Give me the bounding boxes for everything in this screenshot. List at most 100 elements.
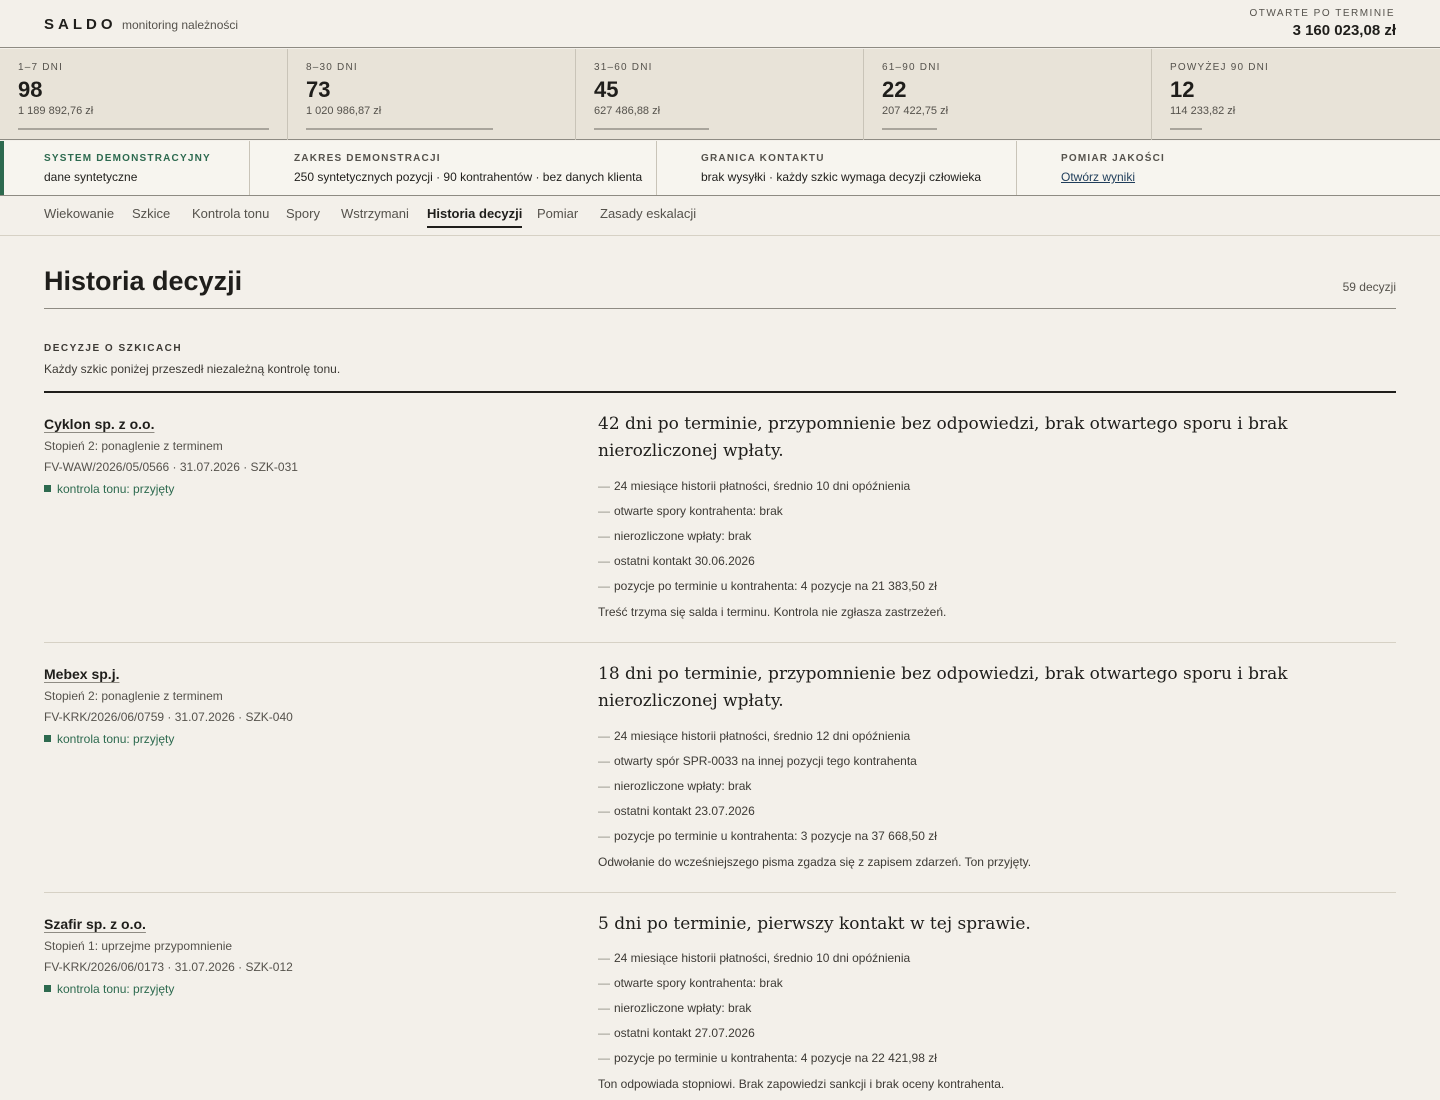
fact-item: — nierozliczone wpłaty: brak: [598, 524, 937, 549]
invoice-reference: FV-WAW/2026/05/0566 · 31.07.2026 · SZK-0…: [44, 460, 298, 474]
bucket-count: 12: [1170, 77, 1195, 102]
bucket-amount: 114 233,82 zł: [1170, 105, 1236, 117]
scope-label: ZAKRES DEMONSTRACJI: [294, 153, 441, 164]
nav-escalation-rules[interactable]: Zasady eskalacji: [600, 206, 696, 221]
bucket-label: 61–90 DNI: [882, 62, 941, 73]
dash-icon: —: [598, 479, 610, 493]
client-name-link[interactable]: Mebex sp.j.: [44, 666, 119, 682]
decision-row: Cyklon sp. z o.o. Stopień 2: ponaglenie …: [44, 393, 1396, 643]
nav-aging[interactable]: Wiekowanie: [44, 206, 114, 221]
fact-text: otwarte spory kontrahenta: brak: [614, 504, 783, 518]
fact-text: 24 miesiące historii płatności, średnio …: [614, 951, 911, 965]
open-results-link[interactable]: Otwórz wyniki: [1061, 170, 1135, 184]
dash-icon: —: [598, 804, 610, 818]
info-divider: [249, 141, 250, 195]
tone-check-text: kontrola tonu: przyjęty: [57, 482, 175, 496]
dash-icon: —: [598, 504, 610, 518]
info-divider: [1016, 141, 1017, 195]
nav-drafts[interactable]: Szkice: [132, 206, 170, 221]
aging-buckets: 1–7 DNI 98 1 189 892,76 zł 8–30 DNI 73 1…: [0, 49, 1440, 140]
main-nav: Wiekowanie Szkice Kontrola tonu Spory Ws…: [0, 196, 1440, 236]
fact-text: 24 miesiące historii płatności, średnio …: [614, 729, 911, 743]
quality-value: Otwórz wyniki: [1061, 170, 1135, 184]
invoice-reference: FV-KRK/2026/06/0173 · 31.07.2026 · SZK-0…: [44, 960, 293, 974]
fact-text: pozycje po terminie u kontrahenta: 4 poz…: [614, 579, 937, 593]
info-divider: [656, 141, 657, 195]
decision-count: 59 decyzji: [1342, 280, 1396, 294]
dash-icon: —: [598, 529, 610, 543]
tone-check-status: kontrola tonu: przyjęty: [44, 732, 174, 746]
dash-icon: —: [598, 1051, 610, 1065]
fact-item: — nierozliczone wpłaty: brak: [598, 996, 937, 1021]
bucket-31-60[interactable]: 31–60 DNI 45 627 486,88 zł: [576, 49, 864, 140]
contact-boundary-value: brak wysyłki · każdy szkic wymaga decyzj…: [701, 170, 982, 184]
escalation-stage: Stopień 1: uprzejme przypomnienie: [44, 939, 233, 953]
decision-row: Mebex sp.j. Stopień 2: ponaglenie z term…: [44, 643, 1396, 893]
fact-item: — pozycje po terminie u kontrahenta: 4 po…: [598, 1046, 937, 1071]
dash-icon: —: [598, 779, 610, 793]
nav-decision-history[interactable]: Historia decyzji: [427, 206, 523, 228]
title-divider: [44, 308, 1396, 309]
nav-measurement[interactable]: Pomiar: [537, 206, 578, 221]
system-label: SYSTEM DEMONSTRACYJNY: [44, 153, 211, 164]
overdue-total-label: OTWARTE PO TERMINIE: [1249, 8, 1395, 19]
decision-summary: 18 dni po terminie, przypomnienie bez od…: [598, 664, 1288, 711]
dash-icon: —: [598, 729, 610, 743]
client-name-link[interactable]: Cyklon sp. z o.o.: [44, 416, 154, 432]
decision-verdict: Ton odpowiada stopniowi. Brak zapowiedzi…: [598, 1077, 1005, 1091]
info-accent-bar: [0, 141, 4, 195]
section-description: Każdy szkic poniżej przeszedł niezależną…: [44, 362, 341, 376]
fact-text: ostatni kontakt 23.07.2026: [614, 804, 755, 818]
decision-facts: — 24 miesiące historii płatności, średnio…: [598, 724, 937, 849]
bucket-bar: [882, 128, 937, 130]
fact-item: — ostatni kontakt 23.07.2026: [598, 799, 937, 824]
fact-item: — 24 miesiące historii płatności, średnio…: [598, 474, 937, 499]
fact-text: 24 miesiące historii płatności, średnio …: [614, 479, 911, 493]
scope-value: 250 syntetycznych pozycji · 90 kontrahen…: [294, 170, 643, 184]
dash-icon: —: [598, 754, 610, 768]
tone-check-status: kontrola tonu: przyjęty: [44, 482, 174, 496]
dash-icon: —: [598, 1026, 610, 1040]
decision-verdict: Treść trzyma się salda i terminu. Kontro…: [598, 605, 947, 619]
nav-tone-check[interactable]: Kontrola tonu: [192, 206, 269, 221]
bucket-count: 45: [594, 77, 619, 102]
bucket-count: 22: [882, 77, 907, 102]
nav-on-hold[interactable]: Wstrzymani: [341, 206, 409, 221]
dash-icon: —: [598, 976, 610, 990]
bucket-bar: [18, 128, 269, 130]
fact-text: pozycje po terminie u kontrahenta: 3 poz…: [614, 829, 937, 843]
app-brand: SALDO: [44, 16, 117, 33]
decision-summary: 5 dni po terminie, pierwszy kontakt w te…: [598, 914, 1031, 934]
decision-row: Szafir sp. z o.o. Stopień 1: uprzejme pr…: [44, 893, 1396, 1100]
bucket-1-7[interactable]: 1–7 DNI 98 1 189 892,76 zł: [0, 49, 288, 140]
decision-facts: — 24 miesiące historii płatności, średnio…: [598, 474, 937, 599]
tone-check-status: kontrola tonu: przyjęty: [44, 982, 174, 996]
tone-check-text: kontrola tonu: przyjęty: [57, 732, 175, 746]
bucket-61-90[interactable]: 61–90 DNI 22 207 422,75 zł: [864, 49, 1152, 140]
fact-item: — otwarte spory kontrahenta: brak: [598, 971, 937, 996]
escalation-stage: Stopień 2: ponaglenie z terminem: [44, 689, 223, 703]
bucket-amount: 627 486,88 zł: [594, 105, 661, 117]
bucket-label: POWYŻEJ 90 DNI: [1170, 62, 1270, 73]
bucket-count: 73: [306, 77, 331, 102]
nav-disputes[interactable]: Spory: [286, 206, 320, 221]
page-title: Historia decyzji: [44, 266, 243, 296]
fact-text: nierozliczone wpłaty: brak: [614, 1001, 752, 1015]
bucket-bar: [306, 128, 493, 130]
status-square-icon: [44, 985, 51, 992]
bucket-label: 1–7 DNI: [18, 62, 64, 73]
tone-check-text: kontrola tonu: przyjęty: [57, 982, 175, 996]
fact-text: ostatni kontakt 30.06.2026: [614, 554, 755, 568]
fact-text: otwarty spór SPR-0033 na innej pozycji t…: [614, 754, 917, 768]
bucket-label: 31–60 DNI: [594, 62, 653, 73]
demo-info-strip: SYSTEM DEMONSTRACYJNY dane syntetyczne Z…: [0, 141, 1440, 196]
dash-icon: —: [598, 579, 610, 593]
fact-text: ostatni kontakt 27.07.2026: [614, 1026, 755, 1040]
client-name-link[interactable]: Szafir sp. z o.o.: [44, 916, 146, 932]
bucket-over-90[interactable]: POWYŻEJ 90 DNI 12 114 233,82 zł: [1152, 49, 1440, 140]
bucket-8-30[interactable]: 8–30 DNI 73 1 020 986,87 zł: [288, 49, 576, 140]
bucket-bar: [1170, 128, 1202, 130]
bucket-amount: 1 189 892,76 zł: [18, 105, 94, 117]
app-subtitle: monitoring należności: [122, 18, 239, 32]
overdue-total-value: 3 160 023,08 zł: [1292, 22, 1396, 39]
